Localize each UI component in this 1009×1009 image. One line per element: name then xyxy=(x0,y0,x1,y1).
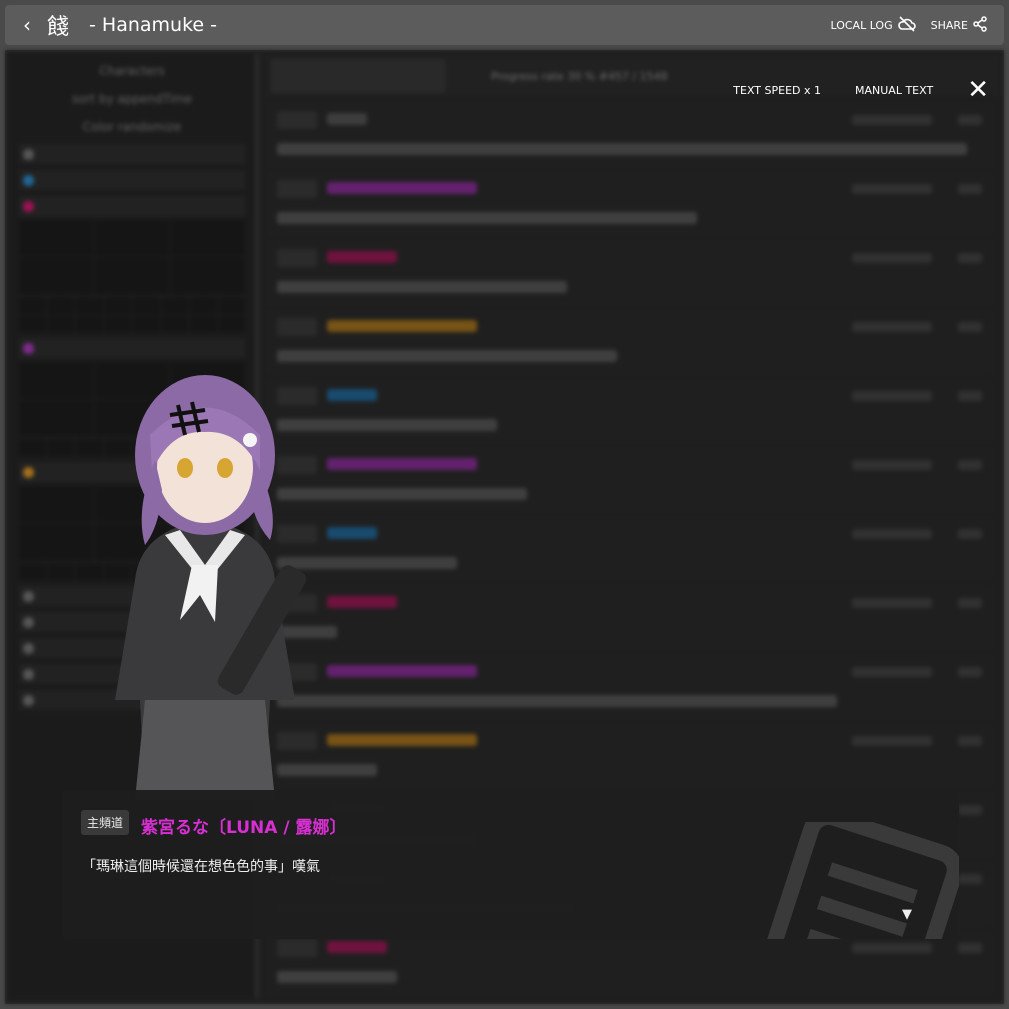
manual-text-button[interactable]: MANUAL TEXT xyxy=(855,84,933,97)
share-button[interactable]: SHARE xyxy=(931,19,968,32)
close-icon[interactable]: ✕ xyxy=(967,77,989,103)
back-icon[interactable]: ‹ xyxy=(23,13,43,37)
room-icon: 餞 xyxy=(47,15,70,40)
speaker-name: 紫宮るな〔LUNA / 露娜〕 xyxy=(141,818,347,838)
share-icon[interactable] xyxy=(972,15,988,35)
cloud-off-icon[interactable] xyxy=(897,15,917,35)
playback-controls: TEXT SPEED x 1 MANUAL TEXT ✕ xyxy=(733,77,1009,103)
header-bar: ‹ 餞 - Hanamuke - LOCAL LOG SHARE xyxy=(5,5,1004,45)
local-log-button[interactable]: LOCAL LOG xyxy=(830,19,892,32)
channel-badge: 主頻道 xyxy=(81,810,130,835)
next-indicator-icon[interactable]: ▼ xyxy=(902,907,912,922)
room-title: - Hanamuke - xyxy=(89,14,217,36)
document-icon xyxy=(752,822,959,939)
text-speed-button[interactable]: TEXT SPEED x 1 xyxy=(733,84,821,97)
message-text: 「瑪琳這個時候還在想色色的事」嘆氣 xyxy=(82,859,320,875)
message-window[interactable]: 主頻道 紫宮るな〔LUNA / 露娜〕 「瑪琳這個時候還在想色色的事」嘆氣 ▼ xyxy=(62,790,959,939)
character-sprite xyxy=(115,375,307,800)
